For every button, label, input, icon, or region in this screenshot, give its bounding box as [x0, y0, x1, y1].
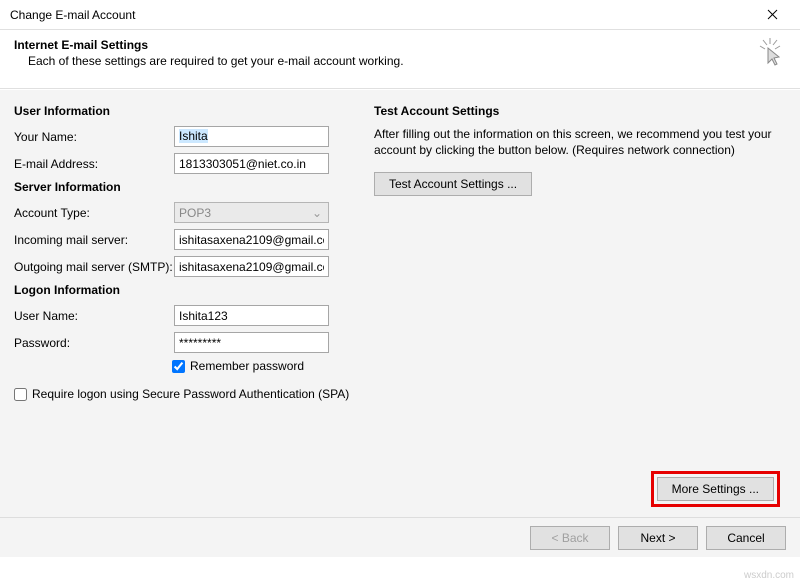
username-label: User Name: — [14, 309, 174, 323]
chevron-down-icon: ⌄ — [310, 206, 324, 220]
your-name-label: Your Name: — [14, 130, 174, 144]
require-spa-checkbox[interactable] — [14, 388, 27, 401]
remember-password-row: Remember password — [172, 359, 364, 373]
cursor-sparkle-icon — [758, 38, 782, 66]
back-button: < Back — [530, 526, 610, 550]
section-logon-info: Logon Information — [14, 283, 364, 297]
username-input[interactable] — [174, 305, 329, 326]
remember-password-checkbox[interactable] — [172, 360, 185, 373]
dialog-content: User Information Your Name: Ishita E-mai… — [0, 89, 800, 517]
header-subtitle: Each of these settings are required to g… — [28, 54, 404, 68]
dialog-footer: < Back Next > Cancel — [0, 517, 800, 557]
close-icon — [767, 9, 778, 20]
your-name-input[interactable] — [174, 126, 329, 147]
more-settings-highlight: More Settings ... — [651, 471, 780, 507]
right-column: Test Account Settings After filling out … — [364, 104, 786, 517]
email-label: E-mail Address: — [14, 157, 174, 171]
email-input[interactable] — [174, 153, 329, 174]
password-label: Password: — [14, 336, 174, 350]
header-title: Internet E-mail Settings — [14, 38, 404, 52]
require-spa-row: Require logon using Secure Password Auth… — [14, 387, 364, 401]
remember-password-label: Remember password — [190, 359, 304, 373]
section-server-info: Server Information — [14, 180, 364, 194]
title-bar: Change E-mail Account — [0, 0, 800, 30]
more-settings-button[interactable]: More Settings ... — [657, 477, 774, 501]
account-type-combo: POP3 ⌄ — [174, 202, 329, 223]
watermark: wsxdn.com — [744, 570, 794, 581]
require-spa-label: Require logon using Secure Password Auth… — [32, 387, 349, 401]
dialog-header: Internet E-mail Settings Each of these s… — [0, 30, 800, 89]
test-account-button[interactable]: Test Account Settings ... — [374, 172, 532, 196]
password-input[interactable] — [174, 332, 329, 353]
test-section-title: Test Account Settings — [374, 104, 786, 118]
outgoing-server-label: Outgoing mail server (SMTP): — [14, 260, 174, 274]
test-description: After filling out the information on thi… — [374, 126, 786, 158]
account-type-label: Account Type: — [14, 206, 174, 220]
incoming-server-input[interactable] — [174, 229, 329, 250]
incoming-server-label: Incoming mail server: — [14, 233, 174, 247]
left-column: User Information Your Name: Ishita E-mai… — [14, 104, 364, 517]
cancel-button[interactable]: Cancel — [706, 526, 786, 550]
outgoing-server-input[interactable] — [174, 256, 329, 277]
account-type-value: POP3 — [179, 206, 211, 220]
window-title: Change E-mail Account — [10, 8, 135, 22]
next-button[interactable]: Next > — [618, 526, 698, 550]
section-user-info: User Information — [14, 104, 364, 118]
close-button[interactable] — [752, 1, 792, 29]
